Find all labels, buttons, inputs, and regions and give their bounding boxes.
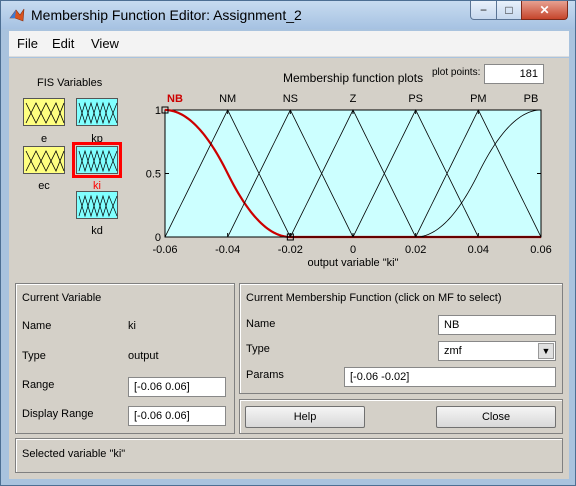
minimize-button[interactable]: − <box>470 1 497 20</box>
menu-view[interactable]: View <box>91 36 119 51</box>
window: Membership Function Editor: Assignment_2… <box>0 0 576 486</box>
matlab-icon <box>9 8 25 22</box>
membership-function-plot[interactable]: -0.06 -0.04 -0.02 0 0.02 0.04 0.06 0 0.5 1 output … <box>9 58 569 278</box>
x-tick-label: -0.02 <box>278 244 303 256</box>
display-range-field[interactable]: [-0.06 0.06] <box>128 406 226 426</box>
mf-label-z[interactable]: Z <box>350 93 357 105</box>
mf-label-nb[interactable]: NB <box>167 93 183 105</box>
mf-name-label: Name <box>246 318 276 330</box>
plot-area[interactable] <box>164 109 542 238</box>
range-field[interactable]: [-0.06 0.06] <box>128 377 226 397</box>
x-tick-label: -0.04 <box>215 244 240 256</box>
window-title: Membership Function Editor: Assignment_2 <box>31 7 302 23</box>
button-panel: Help Close <box>239 399 563 434</box>
x-tick-label: 0.06 <box>530 244 551 256</box>
var-name-value: ki <box>128 320 136 332</box>
display-range-label: Display Range <box>22 408 94 420</box>
editor-area: FIS Variables e kp ec ki kd Membership f… <box>9 58 569 479</box>
mf-params-label: Params <box>246 369 284 381</box>
y-tick-label: 1 <box>155 105 161 117</box>
mf-label-pb[interactable]: PB <box>524 93 539 105</box>
mf-type-label: Type <box>246 343 270 355</box>
mf-type-select[interactable]: zmf ▼ <box>438 341 556 361</box>
current-mf-title: Current Membership Function (click on MF… <box>246 292 502 304</box>
x-tick-label: -0.06 <box>152 244 177 256</box>
status-text: Selected variable "ki" <box>22 448 126 460</box>
current-mf-panel: Current Membership Function (click on MF… <box>239 283 563 394</box>
menu-edit[interactable]: Edit <box>52 36 74 51</box>
x-tick-label: 0 <box>350 244 356 256</box>
y-tick-label: 0 <box>155 232 161 244</box>
current-variable-panel: Current Variable Name ki Type output Ran… <box>15 283 235 434</box>
status-panel: Selected variable "ki" <box>15 438 563 473</box>
mf-name-field[interactable]: NB <box>438 315 556 335</box>
help-button[interactable]: Help <box>245 406 365 428</box>
mf-label-nm[interactable]: NM <box>219 93 236 105</box>
var-name-label: Name <box>22 320 52 332</box>
close-window-button[interactable]: ✕ <box>521 1 568 20</box>
title-bar[interactable]: Membership Function Editor: Assignment_2… <box>1 1 575 29</box>
menu-bar: File Edit View <box>9 31 569 57</box>
x-axis-label: output variable "ki" <box>308 257 399 269</box>
mf-type-value: zmf <box>444 345 462 357</box>
chevron-down-icon[interactable]: ▼ <box>538 343 554 359</box>
var-type-label: Type <box>22 350 46 362</box>
mf-label-ns[interactable]: NS <box>283 93 298 105</box>
menu-file[interactable]: File <box>17 36 38 51</box>
x-tick-label: 0.04 <box>468 244 489 256</box>
x-tick-label: 0.02 <box>405 244 426 256</box>
maximize-button[interactable]: □ <box>496 1 522 20</box>
range-label: Range <box>22 379 55 391</box>
current-variable-title: Current Variable <box>22 292 102 304</box>
close-button[interactable]: Close <box>436 406 556 428</box>
var-type-value: output <box>128 350 159 362</box>
mf-label-pm[interactable]: PM <box>470 93 487 105</box>
mf-params-field[interactable]: [-0.06 -0.02] <box>344 367 556 387</box>
mf-label-ps[interactable]: PS <box>408 93 423 105</box>
y-tick-label: 0.5 <box>146 169 161 181</box>
